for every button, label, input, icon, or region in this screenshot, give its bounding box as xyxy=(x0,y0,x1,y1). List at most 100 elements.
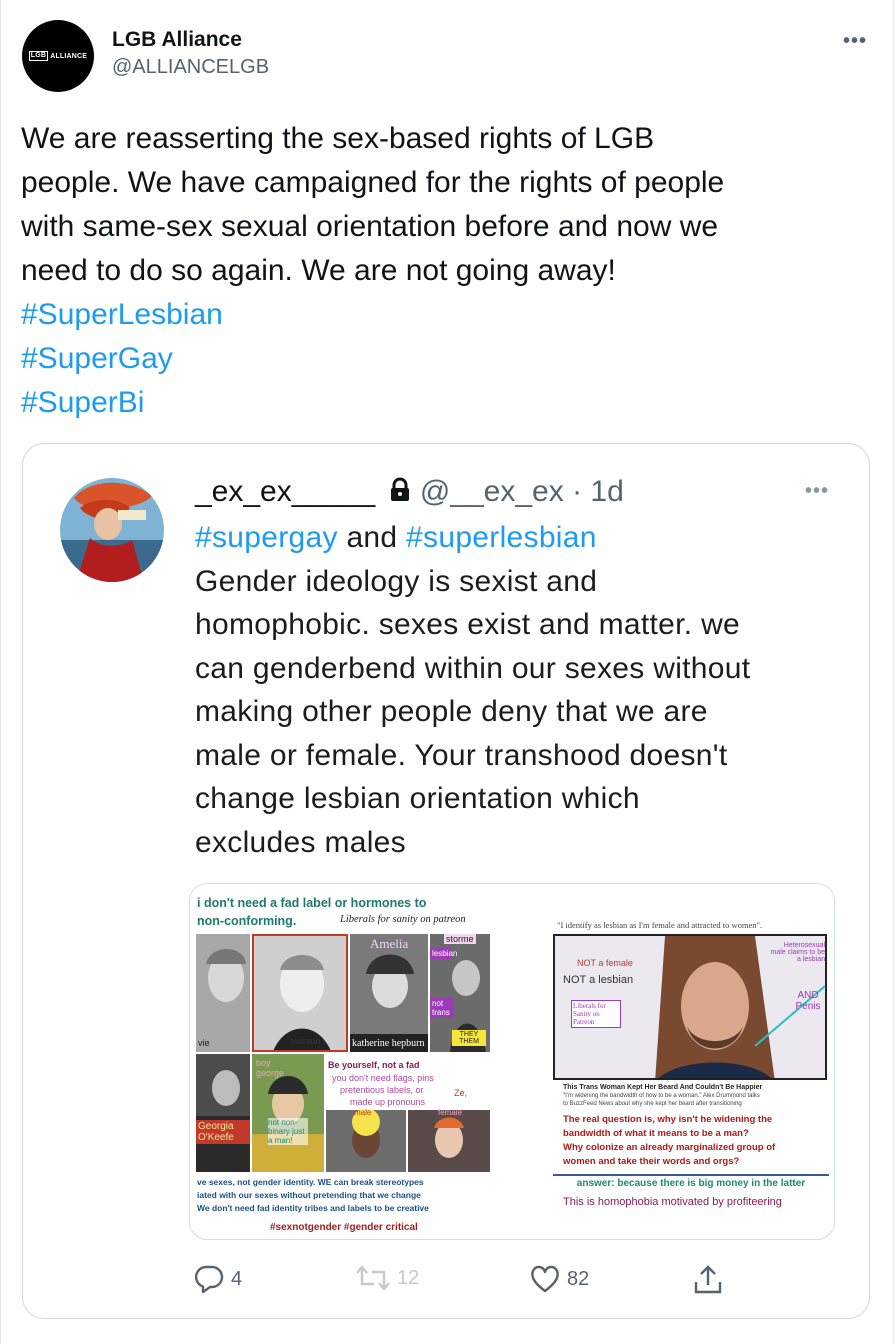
hashtag-link[interactable]: #SuperBi xyxy=(21,381,871,425)
meme-label: AND Penis xyxy=(795,990,821,1012)
painting-portrait-image xyxy=(60,478,164,582)
portrait-image xyxy=(196,934,250,1052)
hashtag-link[interactable]: #superlesbian xyxy=(406,521,597,554)
reply-count: 4 xyxy=(231,1267,243,1290)
meme-answer: answer: because there is big money in th… xyxy=(553,1174,829,1189)
meme-photo: NOT a female NOT a lesbian Liberals for … xyxy=(553,934,827,1080)
photo-caption: Amelia xyxy=(370,936,409,951)
more-options-icon[interactable]: ••• xyxy=(843,30,867,53)
quoted-author-handle[interactable]: @__ex_ex xyxy=(420,475,564,508)
photo-amelia: Amelia katherine hepburn xyxy=(350,934,428,1052)
photo-swinton: swinton xyxy=(252,934,348,1052)
collage-heading: i don't need a fad label or hormones to xyxy=(197,896,427,910)
quoted-more-icon[interactable]: ••• xyxy=(805,480,829,503)
author-name[interactable]: LGB Alliance xyxy=(112,28,242,52)
like-button[interactable]: 82 xyxy=(529,1264,589,1294)
photo-caption: Georgia O'Keefe xyxy=(196,1120,250,1144)
photo-caption: made up pronouns xyxy=(350,1097,426,1107)
quoted-text-line: male or female. Your transhood doesn't xyxy=(195,738,728,772)
collage-footer: iated with our sexes without pretending … xyxy=(197,1190,421,1200)
retweet-button[interactable]: 12 xyxy=(355,1264,419,1292)
portrait-image xyxy=(196,1054,250,1172)
photo-caption: storme xyxy=(444,934,476,944)
share-button[interactable] xyxy=(693,1264,723,1296)
hashtag-link[interactable]: #supergay xyxy=(195,521,338,554)
heart-icon xyxy=(531,1265,559,1293)
portrait-image xyxy=(254,936,346,1050)
tweet-text-line: people. We have campaigned for the right… xyxy=(21,166,725,199)
photo-caption: lesbian xyxy=(430,948,458,959)
tweet-container: LGB ALLIANCE LGB Alliance @ALLIANCELGB •… xyxy=(0,0,894,1344)
retweet-count: 12 xyxy=(397,1266,420,1289)
tweet-text-line: with same-sex sexual orientation before … xyxy=(21,210,719,243)
collage-hashtags: #sexnotgender #gender critical xyxy=(270,1222,418,1233)
quoted-text-line: excludes males xyxy=(195,825,406,859)
quoted-text-line: making other people deny that we are xyxy=(195,695,708,728)
photo-boy-george: boy george not non-binary just a man! xyxy=(252,1054,324,1172)
reply-button[interactable]: 4 xyxy=(193,1264,242,1294)
photo-caption: vie xyxy=(198,1038,210,1048)
hashtag-link[interactable]: #SuperGay xyxy=(21,337,871,381)
quoted-text-line: Gender ideology is sexist and xyxy=(195,564,598,598)
meme-question: The real question is, why isn't he widen… xyxy=(563,1114,773,1125)
photo-caption: katherine hepburn xyxy=(352,1038,425,1049)
photo-caption: Be yourself, not a fad xyxy=(328,1060,420,1070)
photo-caption: boy george xyxy=(256,1058,285,1078)
right-meme-collage: "I identify as lesbian as I'm female and… xyxy=(553,916,829,1216)
meme-subhead: to BuzzFeed News about why she kept her … xyxy=(563,1101,742,1107)
lgb-alliance-logo: LGB ALLIANCE xyxy=(28,51,88,61)
attached-image[interactable]: i don't need a fad label or hormones to … xyxy=(189,883,835,1240)
like-count: 82 xyxy=(567,1267,590,1290)
meme-question: Why colonize an already marginalized gro… xyxy=(563,1142,776,1153)
meme-quote: "I identify as lesbian as I'm female and… xyxy=(557,920,763,930)
quoted-hashtag-line: #supergay and #superlesbian xyxy=(195,516,855,560)
action-bar: 4 12 82 xyxy=(193,1264,753,1296)
quoted-text-and: and xyxy=(337,521,407,554)
meme-label: Heterosexual male claims to be a lesbian xyxy=(770,942,825,963)
quoted-author-avatar[interactable] xyxy=(60,478,164,582)
meme-question: women and take their words and orgs? xyxy=(563,1156,740,1167)
reply-icon xyxy=(194,1265,224,1294)
quoted-timestamp[interactable]: · 1d xyxy=(572,475,624,508)
quoted-author-name[interactable]: _ex_ex_____ xyxy=(195,475,375,508)
photo-caption: swinton xyxy=(290,1036,321,1046)
photo-caption: female xyxy=(438,1108,463,1117)
quoted-text-line: change lesbian orientation which xyxy=(195,782,640,815)
photo-bowie: vie xyxy=(196,934,250,1052)
author-avatar[interactable]: LGB ALLIANCE xyxy=(22,20,94,92)
photo-caption: pretentious labels, or xyxy=(340,1085,424,1095)
collage-footer: We don't need fad identity tribes and la… xyxy=(197,1203,429,1213)
photo-caption: not trans xyxy=(430,998,454,1018)
share-icon xyxy=(694,1265,722,1294)
photo-caption: male xyxy=(354,1108,372,1117)
retweet-icon xyxy=(356,1265,390,1291)
collage-footer: ve sexes, not gender identity. WE can br… xyxy=(197,1177,424,1187)
photo-storme: storme lesbian not trans THEY THEM xyxy=(430,934,490,1052)
meme-label: Liberals for Sanity on Patreon xyxy=(571,1000,621,1028)
tweet-text-line: We are reasserting the sex-based rights … xyxy=(21,122,655,155)
quoted-tweet[interactable]: _ex_ex_____ @__ex_ex · 1d ••• #supergay … xyxy=(22,443,870,1319)
meme-headline: This Trans Woman Kept Her Beard And Coul… xyxy=(563,1084,763,1091)
photo-caption: not non-binary just a man! xyxy=(268,1118,308,1145)
quoted-author-line: _ex_ex_____ @__ex_ex · 1d xyxy=(195,475,624,509)
portrait-pair-image xyxy=(326,1110,490,1172)
collage-heading-2: non-conforming. xyxy=(197,914,297,928)
photo-caption: Ze, xyxy=(454,1088,468,1098)
photo-caption: you don't need flags, pins xyxy=(332,1073,434,1083)
hashtag-link[interactable]: #SuperLesbian xyxy=(21,293,871,337)
protected-lock-icon xyxy=(390,477,409,501)
tweet-text: We are reasserting the sex-based rights … xyxy=(21,117,871,425)
author-handle[interactable]: @ALLIANCELGB xyxy=(112,56,269,79)
quoted-text-line: can genderbend within our sexes without xyxy=(195,651,751,685)
tweet-text-line: need to do so again. We are not going aw… xyxy=(21,254,616,287)
photo-caption: THEY THEM xyxy=(452,1030,486,1046)
photo-okeefe: Georgia O'Keefe xyxy=(196,1054,250,1172)
meme-question: bandwidth of what it means to be a man? xyxy=(563,1128,749,1139)
meme-label: NOT a lesbian xyxy=(563,974,634,986)
meme-caption: This is homophobia motivated by profitee… xyxy=(563,1196,782,1208)
collage-signature: Liberals for sanity on patreon xyxy=(340,914,466,925)
quoted-text-line: homophobic. sexes exist and matter. we xyxy=(195,608,741,641)
quoted-text: #supergay and #superlesbian Gender ideol… xyxy=(195,516,855,864)
meme-label: NOT a female xyxy=(577,958,633,968)
photo-be-yourself: Be yourself, not a fad you don't need fl… xyxy=(326,1054,490,1172)
